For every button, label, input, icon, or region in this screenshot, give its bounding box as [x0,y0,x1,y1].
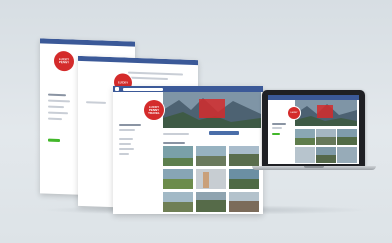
mockup-scene: LUCKY PENNY LUCKY LUCKY PENNY TRAVEL LUC… [0,0,392,243]
text-line [128,76,168,81]
screen-front: LUCKY PENNY TRAVEL [113,86,263,214]
laptop-screen: LUCKY [262,90,365,166]
text-line [48,99,70,103]
text-line [48,111,68,115]
text-line [128,71,183,76]
status-pill [272,133,280,135]
photo-grid [163,146,259,212]
section-heading [163,142,185,144]
text-line [119,153,129,155]
text-line [272,127,282,129]
text-line [163,133,189,135]
cover-photo [295,100,357,126]
text-line [272,123,286,125]
badge-line-2: PENNY [58,59,70,65]
facebook-top-bar [78,55,198,66]
text-line [86,101,106,104]
text-line [48,93,66,97]
brand-badge: LUCKY PENNY TRAVEL [144,100,164,120]
text-line [48,117,62,121]
badge-line-1: LUCKY [290,112,298,114]
text-line [48,105,64,109]
photo-grid [295,129,357,163]
text-line [119,148,134,150]
text-line [119,143,131,145]
page-name-line [119,124,141,126]
badge-line-3: TRAVEL [148,110,160,115]
status-pill [48,138,60,143]
facebook-top-bar [40,38,135,47]
cover-photo [163,92,261,128]
badge-line-1: LUCKY [117,79,129,85]
laptop-notch [304,166,324,168]
text-line [119,129,135,131]
brand-badge: LUCKY PENNY [54,50,74,72]
search-icon [123,87,163,91]
text-line [119,138,133,140]
laptop-display: LUCKY [268,95,359,164]
action-button[interactable] [209,131,239,135]
facebook-logo-icon [115,87,119,91]
brand-badge: LUCKY [288,107,300,119]
